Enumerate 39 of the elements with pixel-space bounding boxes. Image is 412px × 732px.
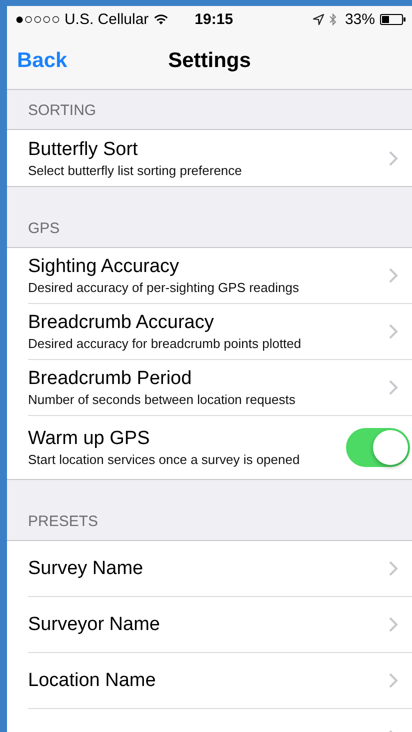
row-title: Surveyor Name (28, 614, 161, 636)
location-arrow-icon (312, 14, 324, 24)
row-title: Butterfly Sort (28, 138, 139, 160)
wifi-icon (154, 14, 168, 24)
carrier-name: ●○○○○ U.S. Cellular (15, 10, 149, 28)
row-subtitle: Select butterfly list sorting preference (28, 162, 243, 178)
section-header: SORTING (28, 102, 96, 119)
row-subtitle: Desired accuracy for breadcrumb points plotted (28, 336, 302, 351)
section-header: PRESETS (28, 513, 98, 530)
row-title: Breadcrumb Period (28, 368, 193, 390)
page-title: Settings (168, 48, 251, 72)
toggle-switch[interactable] (346, 428, 410, 467)
settings-row[interactable]: Breadcrumb Accuracy Desired accuracy for breadcrumb points plotted (28, 304, 412, 360)
chevron-icon (389, 617, 398, 632)
chevron-icon (389, 324, 398, 339)
chevron-icon (389, 561, 398, 576)
row-title: Sighting Accuracy (28, 256, 180, 278)
settings-row[interactable]: Breadcrumb Period Number of seconds between location requests (28, 360, 412, 416)
row-subtitle: Start location services once a survey is opened (28, 452, 301, 467)
settings-row[interactable]: Sighting Accuracy Desired accuracy of per-sighting GPS readings (28, 248, 412, 304)
settings-row[interactable]: Survey Name (28, 541, 412, 597)
settings-row[interactable]: Location Name (28, 653, 412, 709)
row-title: Survey Name (28, 558, 144, 580)
chevron-icon (389, 268, 398, 283)
row-title: Breadcrumb Accuracy (28, 312, 215, 334)
section-header: GPS (28, 220, 60, 237)
chevron-icon (389, 150, 398, 166)
chevron-icon (389, 673, 398, 688)
battery-percent: 33% (344, 10, 375, 28)
row-title: Location Name (28, 670, 157, 692)
row-subtitle: Desired accuracy of per-sighting GPS readings (28, 280, 300, 295)
row-subtitle: Number of seconds between location requests (28, 392, 296, 407)
settings-row[interactable]: Warm up GPS Start location services once a survey is opened (28, 416, 412, 479)
settings-row[interactable]: Surveyor Name (28, 597, 412, 653)
status-time: 19:15 (194, 10, 234, 28)
battery-icon (380, 14, 406, 24)
chevron-icon (389, 380, 398, 395)
row-title: Warm up GPS (28, 428, 151, 450)
bluetooth-icon (328, 12, 337, 26)
